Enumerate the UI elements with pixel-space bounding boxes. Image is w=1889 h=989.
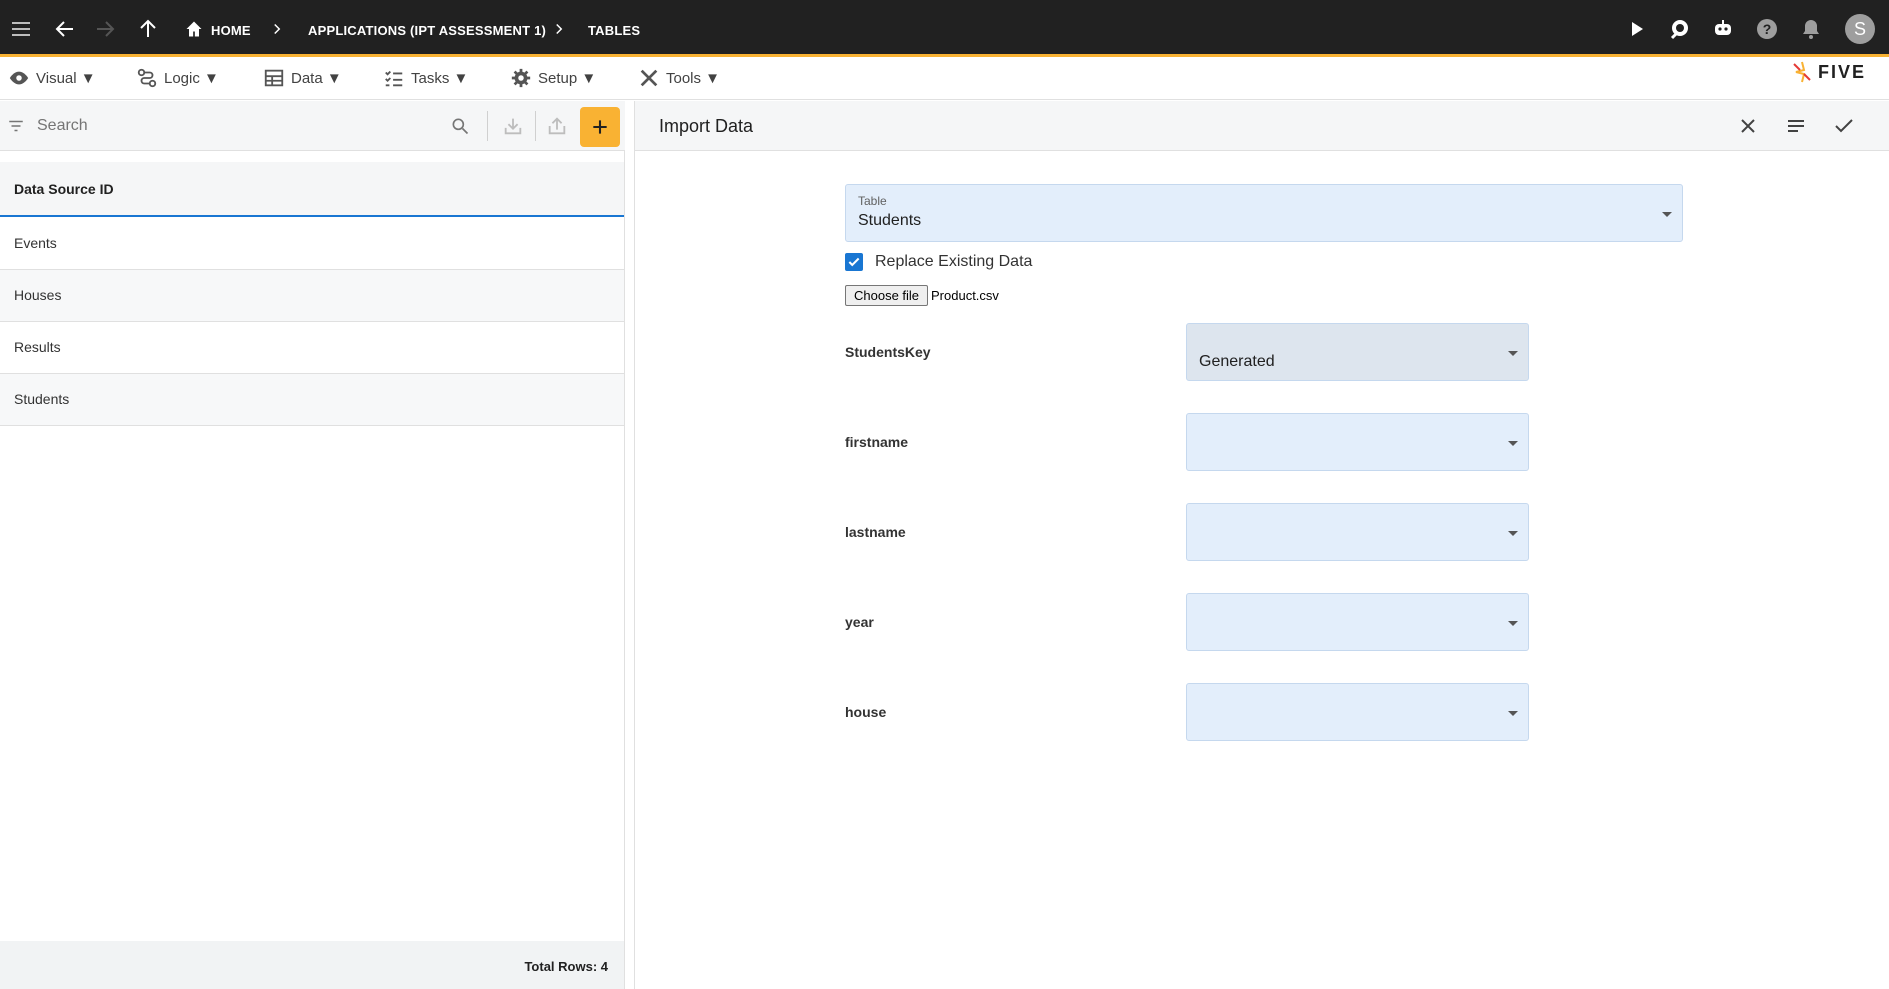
list-item[interactable]: Houses (0, 270, 624, 322)
upload-icon[interactable] (546, 114, 568, 138)
five-logo: FIVE (1790, 60, 1866, 84)
caret-down-icon (1508, 441, 1518, 446)
notes-icon[interactable] (1784, 114, 1808, 138)
search-chat-icon[interactable] (1668, 17, 1692, 41)
task-list-icon (385, 70, 403, 87)
menu-setup[interactable]: Setup ▼ (510, 66, 596, 90)
breadcrumb-home[interactable]: HOME (211, 23, 251, 38)
form-header: Import Data (635, 101, 1889, 151)
menu-tasks[interactable]: Tasks ▼ (383, 66, 468, 90)
back-arrow-icon[interactable] (53, 17, 77, 41)
list-item[interactable]: Students (0, 374, 624, 426)
selected-file-name: Product.csv (931, 288, 999, 303)
close-icon[interactable] (1736, 114, 1760, 138)
breadcrumb-tables[interactable]: TABLES (588, 23, 640, 38)
select-value: Generated (1199, 353, 1275, 370)
list-item-label: Results (14, 339, 61, 355)
lastname-mapping-select[interactable] (1186, 503, 1529, 561)
list-item[interactable]: Events (0, 218, 624, 270)
field-label-house: house (845, 704, 887, 720)
list-item[interactable]: Results (0, 322, 624, 374)
logo-text: FIVE (1818, 61, 1867, 82)
divider (535, 111, 536, 141)
caret-down-icon (1508, 711, 1518, 716)
menu-visual[interactable]: Visual ▼ (8, 66, 96, 90)
search-icon[interactable] (450, 116, 470, 136)
play-icon[interactable] (1624, 17, 1648, 41)
menu-setup-label: Setup ▼ (538, 69, 597, 87)
choose-file-button[interactable]: Choose file (845, 285, 929, 306)
list-item-label: Students (14, 391, 70, 407)
caret-down-icon (1508, 351, 1518, 356)
gear-icon (511, 68, 531, 88)
form-title: Import Data (659, 116, 754, 136)
menu-tools-label: Tools ▼ (666, 69, 721, 87)
list-footer: Total Rows: 4 (0, 941, 624, 989)
search-bar (0, 101, 625, 151)
eye-icon (9, 71, 29, 85)
svg-text:?: ? (1763, 21, 1772, 37)
replace-existing-label: Replace Existing Data (875, 253, 1033, 270)
total-rows: Total Rows: 4 (524, 959, 608, 974)
top-app-bar: HOME APPLICATIONS (IPT ASSESSMENT 1) TAB… (0, 0, 1889, 57)
firstname-mapping-select[interactable] (1186, 413, 1529, 471)
menu-data[interactable]: Data ▼ (263, 66, 342, 90)
field-label-firstname: firstname (845, 434, 909, 450)
forward-arrow-icon[interactable] (93, 17, 117, 41)
field-label-lastname: lastname (845, 524, 906, 540)
tools-icon (640, 69, 658, 87)
user-avatar[interactable]: S (1845, 14, 1875, 44)
bell-icon[interactable] (1799, 17, 1823, 41)
download-icon[interactable] (502, 114, 524, 138)
menu-icon[interactable] (9, 17, 33, 41)
menu-logic[interactable]: Logic ▼ (136, 66, 219, 90)
check-icon[interactable] (1832, 114, 1856, 138)
menu-visual-label: Visual ▼ (36, 69, 96, 87)
import-data-panel: Import Data Table Students Replace Exist… (634, 101, 1889, 989)
caret-down-icon (1508, 621, 1518, 626)
filter-icon[interactable] (7, 117, 25, 135)
replace-existing-checkbox[interactable] (845, 253, 863, 271)
breadcrumb-applications[interactable]: APPLICATIONS (IPT ASSESSMENT 1) (308, 23, 546, 38)
caret-down-icon (1508, 531, 1518, 536)
house-mapping-select[interactable] (1186, 683, 1529, 741)
menu-data-label: Data ▼ (291, 69, 342, 87)
field-label-year: year (845, 614, 874, 630)
data-source-list-panel: Data Source ID Events Houses Results Stu… (0, 101, 625, 989)
main-menu-bar: Visual ▼ Logic ▼ Data ▼ Tasks ▼ Setup ▼ … (0, 57, 1889, 100)
year-mapping-select[interactable] (1186, 593, 1529, 651)
search-input[interactable] (37, 113, 437, 139)
caret-down-icon (1662, 212, 1672, 217)
column-header-label: Data Source ID (14, 181, 114, 197)
list-item-label: Events (14, 235, 57, 251)
chevron-right-icon (274, 23, 281, 35)
chevron-right-icon (556, 23, 563, 35)
add-button[interactable] (580, 107, 620, 147)
up-arrow-icon[interactable] (136, 17, 160, 41)
menu-logic-label: Logic ▼ (164, 69, 219, 87)
column-header-data-source-id[interactable]: Data Source ID (0, 162, 624, 217)
studentskey-mapping-select[interactable]: Generated (1186, 323, 1529, 381)
table-select-value: Students (858, 212, 922, 229)
five-logo-icon (1793, 61, 1811, 83)
table-select[interactable]: Table Students (845, 184, 1683, 242)
home-icon[interactable] (184, 19, 204, 39)
divider (487, 111, 488, 141)
table-icon (264, 69, 284, 87)
menu-tools[interactable]: Tools ▼ (638, 66, 720, 90)
plus-icon (593, 120, 607, 134)
list-item-label: Houses (14, 287, 62, 303)
menu-tasks-label: Tasks ▼ (411, 69, 469, 87)
help-icon[interactable]: ? (1755, 17, 1779, 41)
table-select-label: Table (858, 194, 887, 208)
field-label-studentskey: StudentsKey (845, 344, 931, 360)
logic-flow-icon (137, 68, 157, 88)
checkmark-icon (848, 257, 860, 267)
robot-icon[interactable] (1711, 17, 1735, 41)
